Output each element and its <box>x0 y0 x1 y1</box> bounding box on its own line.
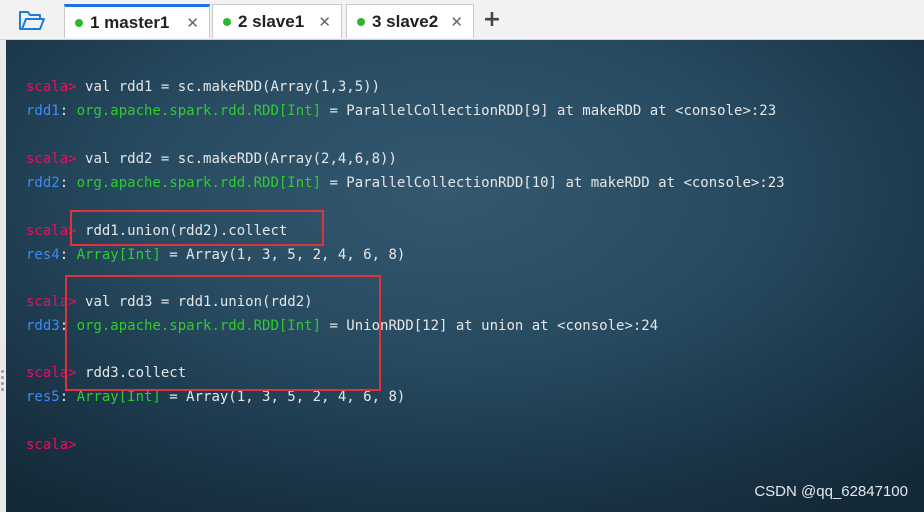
scala-prompt: scala> <box>26 365 86 381</box>
terminal-text: = UnionRDD[12] at union at <console>:24 <box>321 318 659 334</box>
splitter-grip <box>1 376 4 379</box>
result-variable: res4 <box>26 247 60 263</box>
terminal-line: scala> val rdd1 = sc.makeRDD(Array(1,3,5… <box>26 77 380 97</box>
result-type: org.apache.spark.rdd.RDD[Int] <box>76 103 322 119</box>
scala-prompt: scala> <box>26 294 86 310</box>
terminal-line: rdd1: org.apache.spark.rdd.RDD[Int] = Pa… <box>26 101 776 121</box>
close-icon[interactable]: ✕ <box>186 14 199 32</box>
scala-prompt: scala> <box>26 151 86 167</box>
terminal-text: : <box>59 247 77 263</box>
terminal-line: res4: Array[Int] = Array(1, 3, 5, 2, 4, … <box>26 245 405 265</box>
open-folder-button[interactable] <box>14 6 50 36</box>
tab-label: 2 slave1 <box>238 11 305 31</box>
folder-open-icon <box>19 11 45 30</box>
terminal-text: val rdd1 = sc.makeRDD(Array(1,3,5)) <box>85 79 381 95</box>
result-variable: rdd2 <box>26 175 60 191</box>
terminal-text: val rdd3 = rdd1.union(rdd2) <box>85 294 313 310</box>
terminal-text: val rdd2 = sc.makeRDD(Array(2,4,6,8)) <box>85 151 397 167</box>
terminal-line: scala> <box>26 435 77 455</box>
close-icon[interactable]: ✕ <box>450 13 463 31</box>
terminal-line: scala> rdd1.union(rdd2).collect <box>26 221 287 241</box>
terminal-text: = Array(1, 3, 5, 2, 4, 6, 8) <box>160 389 406 405</box>
terminal-line: scala> rdd3.collect <box>26 363 186 383</box>
splitter-grip <box>1 382 4 385</box>
splitter-grip <box>1 388 4 391</box>
scala-prompt: scala> <box>26 223 86 239</box>
terminal-line: scala> val rdd3 = rdd1.union(rdd2) <box>26 292 313 312</box>
terminal-line: res5: Array[Int] = Array(1, 3, 5, 2, 4, … <box>26 387 405 407</box>
tab-slave2[interactable]: 3 slave2 ✕ <box>346 4 474 38</box>
terminal-line: rdd2: org.apache.spark.rdd.RDD[Int] = Pa… <box>26 173 785 193</box>
result-variable: res5 <box>26 389 60 405</box>
terminal-text: : <box>59 318 77 334</box>
result-type: org.apache.spark.rdd.RDD[Int] <box>76 318 322 334</box>
terminal-text: rdd1.union(rdd2).collect <box>85 223 288 239</box>
result-type: org.apache.spark.rdd.RDD[Int] <box>76 175 322 191</box>
terminal-line: rdd3: org.apache.spark.rdd.RDD[Int] = Un… <box>26 316 658 336</box>
tab-bar: 1 master1 ✕ 2 slave1 ✕ 3 slave2 ✕ + <box>0 0 924 40</box>
tab-label: 3 slave2 <box>372 11 439 31</box>
close-icon[interactable]: ✕ <box>318 13 331 31</box>
plus-icon[interactable]: + <box>481 7 503 33</box>
scala-prompt: scala> <box>26 437 77 453</box>
terminal-text: : <box>59 175 77 191</box>
terminal-line: scala> val rdd2 = sc.makeRDD(Array(2,4,6… <box>26 149 397 169</box>
tab-master1[interactable]: 1 master1 ✕ <box>64 4 210 38</box>
result-type: Array[Int] <box>76 247 161 263</box>
tab-slave1[interactable]: 2 slave1 ✕ <box>212 4 342 38</box>
terminal-text: : <box>59 389 77 405</box>
terminal-text: : <box>59 103 77 119</box>
connected-status-dot <box>223 17 231 26</box>
watermark: CSDN @qq_62847100 <box>754 483 908 500</box>
result-variable: rdd1 <box>26 103 60 119</box>
terminal-text: = ParallelCollectionRDD[10] at makeRDD a… <box>321 175 785 191</box>
connected-status-dot <box>75 18 83 27</box>
terminal-text: = ParallelCollectionRDD[9] at makeRDD at… <box>321 103 777 119</box>
terminal-output[interactable]: scala> res5: Array[Int] = Array(1, 3, 5, … <box>6 40 924 512</box>
result-variable: rdd3 <box>26 318 60 334</box>
connected-status-dot <box>357 17 365 26</box>
tab-label: 1 master1 <box>90 12 170 32</box>
splitter-grip <box>1 370 4 373</box>
scala-prompt: scala> <box>26 79 86 95</box>
terminal-text: rdd3.collect <box>85 365 187 381</box>
result-type: Array[Int] <box>76 389 161 405</box>
terminal-text: = Array(1, 3, 5, 2, 4, 6, 8) <box>160 247 406 263</box>
